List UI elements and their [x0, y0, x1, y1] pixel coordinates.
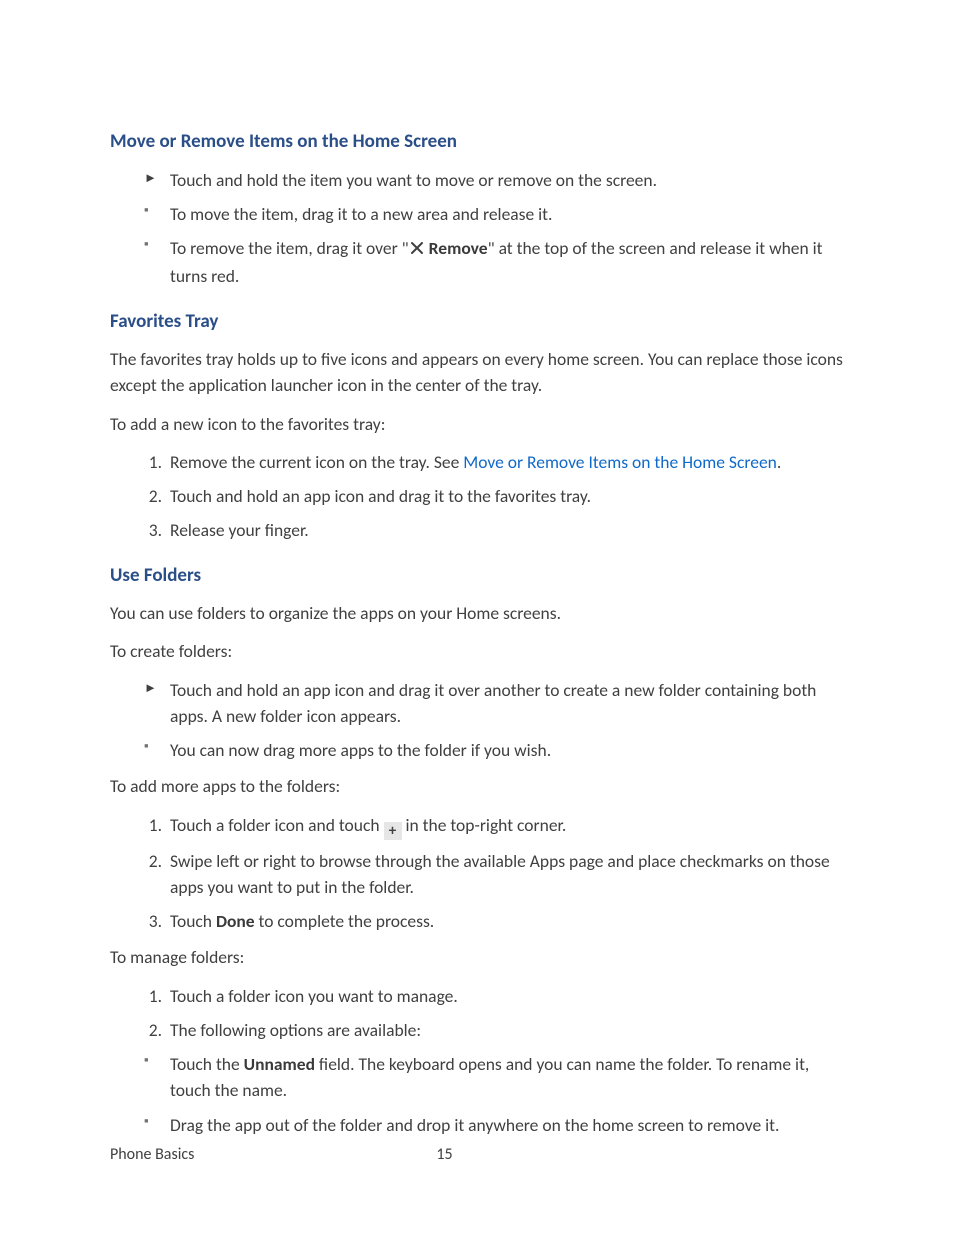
list-item: Swipe left or right to browse through th… — [166, 848, 844, 901]
footer-section-name: Phone Basics — [110, 1143, 194, 1167]
paragraph: To manage folders: — [110, 944, 844, 970]
text-fragment: Touch the — [170, 1053, 244, 1075]
list-item: To remove the item, drag it over " Remov… — [166, 235, 844, 290]
text-fragment: Touch a folder icon and touch — [170, 814, 384, 836]
list-item: Touch a folder icon you want to manage. — [166, 983, 844, 1009]
unnamed-label: Unnamed — [244, 1053, 315, 1075]
list-item: Touch Done to complete the process. — [166, 908, 844, 934]
list-manage-sub: Touch the Unnamed field. The keyboard op… — [110, 1051, 844, 1138]
paragraph: To create folders: — [110, 638, 844, 664]
text-fragment: To remove the item, drag it over " — [170, 237, 409, 259]
list-item: You can now drag more apps to the folder… — [166, 737, 844, 763]
page-body: Move or Remove Items on the Home Screen … — [0, 0, 954, 1235]
list-item: The following options are available: — [166, 1017, 844, 1043]
link-move-remove-xref[interactable]: Move or Remove Items on the Home Screen — [463, 451, 777, 473]
plus-icon: + — [384, 822, 402, 840]
list-item: Touch the Unnamed field. The keyboard op… — [166, 1051, 844, 1104]
list-item: Touch a folder icon and touch + in the t… — [166, 812, 844, 840]
footer-page-number: 15 — [436, 1143, 452, 1167]
list-item: Touch and hold an app icon and drag it t… — [166, 483, 844, 509]
list-item: Touch and hold an app icon and drag it o… — [166, 677, 844, 730]
list-add-apps: Touch a folder icon and touch + in the t… — [110, 812, 844, 935]
list-create-folder-top: Touch and hold an app icon and drag it o… — [110, 677, 844, 730]
list-favorites-steps: Remove the current icon on the tray. See… — [110, 449, 844, 544]
text-fragment: Remove the current icon on the tray. See — [170, 451, 463, 473]
list-item: To move the item, drag it to a new area … — [166, 201, 844, 227]
list-item: Remove the current icon on the tray. See… — [166, 449, 844, 475]
list-move-remove-sub: To move the item, drag it to a new area … — [110, 201, 844, 290]
list-item: Drag the app out of the folder and drop … — [166, 1112, 844, 1138]
close-x-icon — [409, 237, 425, 263]
paragraph: To add a new icon to the favorites tray: — [110, 411, 844, 437]
paragraph: To add more apps to the folders: — [110, 773, 844, 799]
list-item: Touch and hold the item you want to move… — [166, 167, 844, 193]
done-label: Done — [216, 910, 255, 932]
heading-favorites: Favorites Tray — [110, 308, 844, 337]
list-move-remove-top: Touch and hold the item you want to move… — [110, 167, 844, 193]
text-fragment: Touch — [170, 910, 216, 932]
heading-use-folders: Use Folders — [110, 562, 844, 591]
list-create-folder-sub: You can now drag more apps to the folder… — [110, 737, 844, 763]
paragraph: The favorites tray holds up to five icon… — [110, 346, 844, 399]
list-item: Release your finger. — [166, 517, 844, 543]
heading-move-remove: Move or Remove Items on the Home Screen — [110, 128, 844, 157]
remove-label: Remove — [429, 237, 488, 259]
page-footer: Phone Basics 15 — [110, 1143, 844, 1167]
text-fragment: to complete the process. — [255, 910, 435, 932]
list-manage-folders: Touch a folder icon you want to manage. … — [110, 983, 844, 1044]
text-fragment: in the top-right corner. — [402, 814, 567, 836]
paragraph: You can use folders to organize the apps… — [110, 600, 844, 626]
text-fragment: . — [777, 451, 781, 473]
